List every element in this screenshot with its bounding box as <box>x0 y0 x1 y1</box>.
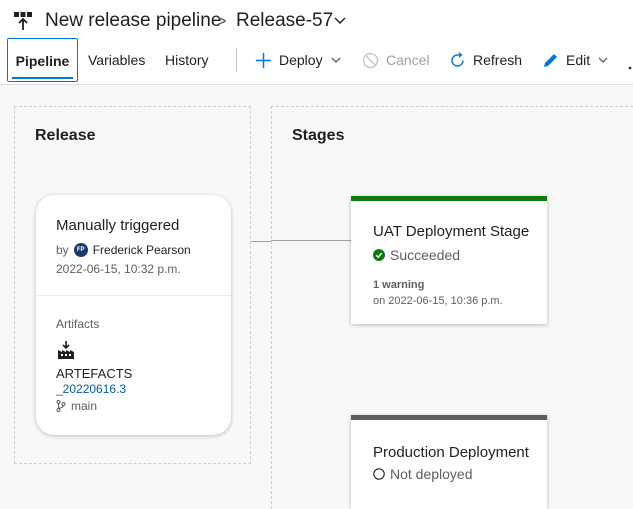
pipeline-name-link[interactable]: New release pipeline <box>45 9 221 33</box>
stage-status: Succeeded <box>373 247 460 263</box>
cancel-label: Cancel <box>386 52 430 68</box>
by-label: by <box>56 243 69 257</box>
edit-label: Edit <box>566 52 591 68</box>
edit-button[interactable]: Edit <box>542 38 609 82</box>
artifact-branch: main <box>56 399 97 413</box>
stage-name: Production Deployment <box>373 444 529 461</box>
trigger-text: Manually triggered <box>56 217 180 234</box>
branch-icon <box>56 400 66 412</box>
warning-count: 1 warning <box>373 279 425 291</box>
stage-status-label: Not deployed <box>390 466 473 482</box>
toolbar-divider <box>236 48 237 72</box>
more-actions-icon[interactable] <box>627 58 633 70</box>
user-name: Frederick Pearson <box>92 243 191 257</box>
artifact-name: ARTEFACTS <box>56 366 133 381</box>
branch-name: main <box>71 399 98 413</box>
release-chevron-down-icon[interactable] <box>333 13 347 27</box>
triggered-by: by FP Frederick Pearson <box>56 243 191 257</box>
plus-icon <box>256 52 271 68</box>
deploy-chevron-down-icon <box>331 57 341 63</box>
pipeline-icon <box>14 12 32 30</box>
release-name[interactable]: Release-57 <box>236 9 333 33</box>
connector-line <box>271 240 351 241</box>
stages-heading: Stages <box>292 127 345 144</box>
empty-circle-icon <box>373 468 385 480</box>
refresh-button[interactable]: Refresh <box>449 38 522 82</box>
cancel-icon <box>362 52 379 68</box>
avatar: FP <box>73 243 88 257</box>
toolbar: Pipeline Variables History Deploy Cancel… <box>0 38 633 85</box>
tab-pipeline[interactable]: Pipeline <box>7 38 78 82</box>
stage-card-uat[interactable]: UAT Deployment Stage Succeeded 1 warning… <box>351 196 547 324</box>
card-divider <box>36 295 231 296</box>
breadcrumb-separator: > <box>216 11 227 31</box>
trigger-date: 2022-06-15, 10:32 p.m. <box>56 262 181 276</box>
stage-completed-date: on 2022-06-15, 10:36 p.m. <box>373 295 503 307</box>
tab-history[interactable]: History <box>165 38 209 82</box>
stage-name: UAT Deployment Stage <box>373 223 530 240</box>
build-artifact-icon <box>58 341 74 359</box>
check-circle-icon <box>373 249 385 261</box>
artifact-version-link[interactable]: _20220616.3 <box>56 382 126 396</box>
deploy-button[interactable]: Deploy <box>255 38 342 82</box>
release-card[interactable]: Manually triggered by FP Frederick Pears… <box>36 195 231 435</box>
artifacts-label: Artifacts <box>56 317 100 331</box>
stage-card-production[interactable]: Production Deployment Not deployed <box>351 415 547 509</box>
refresh-icon <box>451 51 464 67</box>
edit-chevron-down-icon <box>598 57 608 63</box>
stage-status: Not deployed <box>373 466 473 482</box>
cancel-button[interactable]: Cancel <box>362 38 430 82</box>
deploy-label: Deploy <box>279 52 323 68</box>
stage-status-label: Succeeded <box>390 247 461 263</box>
connector-line <box>251 241 271 242</box>
pencil-icon <box>544 53 557 67</box>
refresh-label: Refresh <box>473 52 523 68</box>
header-bar: New release pipeline > Release-57 <box>0 0 633 40</box>
release-heading: Release <box>35 127 96 144</box>
tab-variables[interactable]: Variables <box>88 38 145 82</box>
